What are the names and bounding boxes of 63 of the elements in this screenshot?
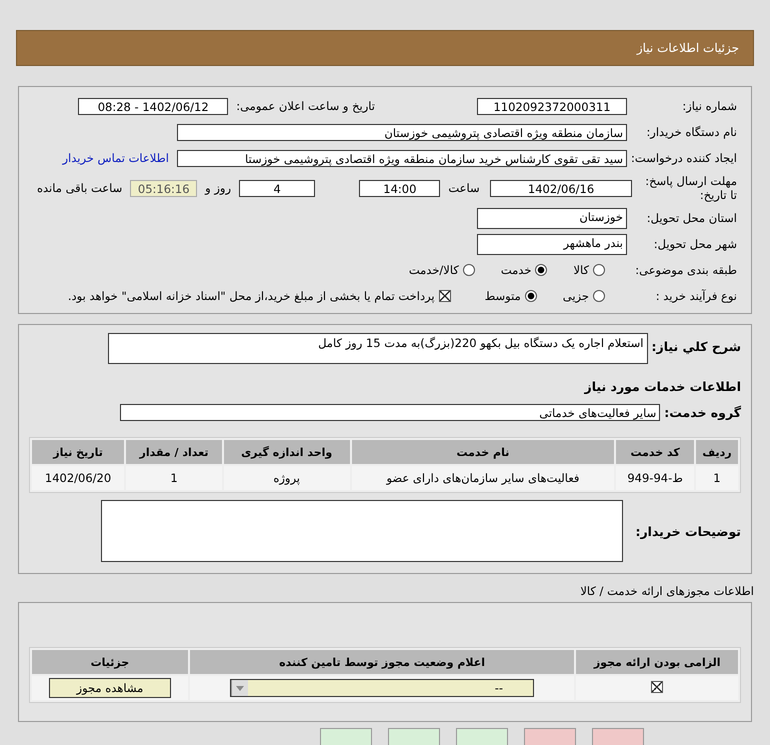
radio-button[interactable] bbox=[535, 264, 548, 276]
text-field[interactable]: 1102092372000311 bbox=[477, 98, 627, 114]
section-title: اطلاعات مجوزهای ارائه خدمت / کالا bbox=[579, 584, 754, 598]
option-label: متوسط bbox=[484, 289, 521, 303]
field-label: طبقه بندی موضوعی: bbox=[634, 263, 737, 277]
option-label: جزیی bbox=[562, 289, 589, 303]
field-label: نام دستگاه خریدار: bbox=[645, 125, 737, 139]
field-label: گروه خدمت: bbox=[664, 404, 741, 420]
table-cell: 1 bbox=[696, 466, 738, 490]
text-field[interactable]: 4 bbox=[239, 180, 316, 196]
column-header: اعلام وضعیت مجوز توسط تامین کننده bbox=[190, 650, 574, 674]
text-field[interactable]: سازمان منطقه ویژه اقتصادی پتروشیمی خوزستان bbox=[177, 124, 627, 140]
column-header: نام خدمت bbox=[352, 440, 614, 464]
column-header: کد خدمت bbox=[616, 440, 694, 464]
checkbox[interactable] bbox=[438, 290, 451, 302]
table-cell: فعالیت‌های سایر سازمان‌های دارای عضو bbox=[352, 466, 614, 490]
field-label: شهر محل تحویل: bbox=[652, 237, 737, 251]
text-field[interactable]: 1402/06/12 - 08:28 bbox=[78, 98, 228, 114]
table-cell: ط-94-949 bbox=[616, 466, 694, 490]
option-label: کالا bbox=[573, 263, 589, 277]
field-label: توضیحات خریدار: bbox=[635, 524, 741, 538]
field-label: نوع فرآیند خرید : bbox=[654, 289, 737, 303]
section-title: اطلاعات خدمات مورد نیاز bbox=[584, 378, 741, 394]
option-label: کالا/خدمت bbox=[408, 263, 459, 277]
dropdown-value: -- bbox=[494, 681, 504, 695]
field-label: شرح کلي نياز: bbox=[652, 339, 741, 354]
table-cell: پروژه bbox=[224, 466, 350, 490]
text-field[interactable]: 14:00 bbox=[359, 180, 440, 196]
notes-field[interactable] bbox=[101, 500, 624, 562]
table-cell: 1402/06/20 bbox=[32, 466, 124, 490]
field-label: مهلت ارسال پاسخ: تا تاریخ: bbox=[644, 174, 737, 202]
column-header: واحد اندازه گیری bbox=[224, 440, 350, 464]
service-group-field[interactable]: سایر فعالیت‌های خدماتی bbox=[120, 404, 660, 420]
countdown-field[interactable]: 05:16:16 bbox=[130, 180, 198, 196]
field-label: ایجاد کننده درخواست: bbox=[631, 151, 737, 165]
column-header: تعداد / مقدار bbox=[126, 440, 222, 464]
field-label: ساعت bbox=[448, 181, 480, 195]
column-header: تاریخ نیاز bbox=[32, 440, 124, 464]
view-permit-button[interactable]: مشاهده مجوز bbox=[48, 678, 171, 698]
text-field[interactable]: خوزستان bbox=[477, 208, 627, 228]
radio-button[interactable] bbox=[593, 290, 605, 302]
field-label: ساعت باقی مانده bbox=[36, 181, 122, 195]
column-header: ردیف bbox=[696, 440, 738, 464]
text-field[interactable]: 1402/06/16 bbox=[490, 180, 632, 196]
field-label: شماره نیاز: bbox=[681, 99, 737, 113]
radio-button[interactable] bbox=[462, 264, 475, 276]
checkbox-label: پرداخت تمام یا بخشی از مبلغ خرید،از محل "اسناد خزانه اسلامی" خواهد بود. bbox=[68, 289, 435, 303]
column-header: جزئیات bbox=[32, 650, 188, 674]
table-cell: 1 bbox=[126, 466, 222, 490]
option-label: خدمت bbox=[500, 263, 532, 277]
status-dropdown[interactable]: -- bbox=[230, 679, 534, 697]
contact-link[interactable]: اطلاعات تماس خریدار bbox=[62, 151, 169, 165]
page-title: جزئیات اطلاعات نیاز bbox=[636, 41, 739, 55]
text-field[interactable]: سید تقی تقوی کارشناس خرید سازمان منطقه ویژه اقتصادی پتروشیمی خوزستا bbox=[177, 150, 627, 166]
text-field[interactable]: بندر ماهشهر bbox=[477, 234, 627, 254]
checkbox[interactable] bbox=[651, 680, 664, 692]
column-header: الزامی بودن ارائه مجوز bbox=[576, 650, 738, 674]
description-field[interactable]: استعلام اجاره یک دستگاه بیل بکهو 220(بزرگ)به مدت 15 روز کامل bbox=[108, 333, 648, 364]
radio-button[interactable] bbox=[593, 264, 605, 276]
field-label: تاریخ و ساعت اعلان عمومی: bbox=[236, 99, 375, 113]
field-label: استان محل تحویل: bbox=[646, 211, 737, 225]
field-label: روز و bbox=[205, 181, 232, 195]
radio-button[interactable] bbox=[524, 290, 537, 302]
